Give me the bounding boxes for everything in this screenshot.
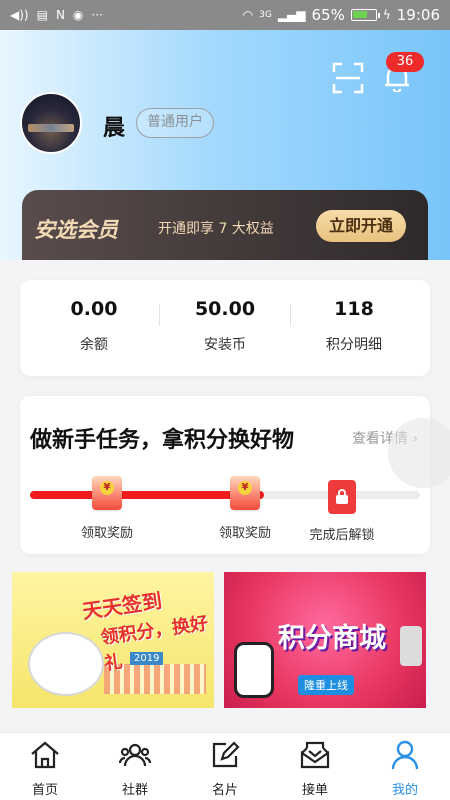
red-envelope-icon[interactable]: ¥ <box>92 476 122 510</box>
calendar-icon <box>28 632 104 696</box>
mall-subtitle: 隆重上线 <box>298 675 354 695</box>
card-edit-icon <box>212 741 240 768</box>
task-progress-fill <box>30 491 264 499</box>
tab-home-label: 首页 <box>31 783 58 798</box>
install-coin-stat[interactable]: 50.00 安装币 <box>157 298 293 354</box>
tab-orders-label: 接单 <box>301 783 328 798</box>
home-icon <box>31 741 59 769</box>
points-mall-banner[interactable]: 积分商城 隆重上线 <box>224 572 426 708</box>
tab-orders[interactable]: 接单 <box>270 739 360 798</box>
install-coin-value: 50.00 <box>194 298 256 320</box>
charging-icon: ϟ <box>382 8 391 22</box>
balance-label: 余额 <box>80 337 108 353</box>
community-icon <box>119 743 151 767</box>
vip-title: 安选会员 <box>34 218 118 242</box>
sms-icon: ▤ <box>36 8 48 22</box>
tab-community-label: 社群 <box>121 783 148 798</box>
step-3-label: 完成后解锁 <box>309 528 375 543</box>
lock-icon <box>328 480 356 514</box>
bottom-tab-bar: 首页 社群 名片 接单 我的 <box>0 732 450 800</box>
calendar-year: 2019 <box>130 652 164 665</box>
tab-card-label: 名片 <box>211 783 238 798</box>
scan-icon[interactable] <box>332 62 364 94</box>
points-value: 118 <box>334 298 374 320</box>
tab-mine-label: 我的 <box>391 783 418 798</box>
inbox-icon <box>300 741 330 769</box>
step-3: 完成后解锁 <box>282 524 402 543</box>
n-icon: N <box>55 8 65 22</box>
signal-icon: ▂▄▆ <box>277 8 306 22</box>
open-vip-button[interactable]: 立即开通 <box>316 210 406 242</box>
tab-mine[interactable]: 我的 <box>360 739 450 798</box>
floating-assist-button[interactable] <box>388 418 450 488</box>
red-envelope-icon[interactable]: ¥ <box>230 476 260 510</box>
signin-banner[interactable]: 天天签到 领积分，换好礼 2019 <box>12 572 214 708</box>
scooter-image <box>234 642 274 698</box>
vip-description: 开通即享 7 大权益 <box>158 221 274 237</box>
more-dots-icon: ··· <box>91 8 103 22</box>
wifi-icon: ◠ <box>242 8 254 22</box>
user-name: 晨 <box>103 116 126 141</box>
volume-icon: ◀)) <box>10 8 29 22</box>
balance-value: 0.00 <box>70 298 118 320</box>
d-icon: ◉ <box>72 8 84 22</box>
battery-percent: 65% <box>311 6 345 24</box>
tab-home[interactable]: 首页 <box>0 739 90 798</box>
mall-title: 积分商城 <box>278 623 386 654</box>
points-label: 积分明细 <box>326 337 382 353</box>
kettle-image <box>400 626 422 666</box>
wallet-card: 0.00 余额 50.00 安装币 118 积分明细 <box>20 280 430 376</box>
task-title: 做新手任务，拿积分换好物 <box>30 428 295 453</box>
step-2-label: 领取奖励 <box>218 526 271 541</box>
clock: 19:06 <box>396 6 440 24</box>
battery-icon <box>350 9 380 21</box>
tab-community[interactable]: 社群 <box>90 739 180 798</box>
user-icon <box>391 740 419 770</box>
avatar[interactable] <box>20 92 82 154</box>
step-1-label: 领取奖励 <box>80 526 133 541</box>
balance-stat[interactable]: 0.00 余额 <box>26 298 162 354</box>
battery-level <box>352 11 367 18</box>
tab-card[interactable]: 名片 <box>180 739 270 798</box>
newbie-task-card: 做新手任务，拿积分换好物 查看详情 › ¥ 领取奖励 ¥ 领取奖励 完成后解锁 <box>20 396 430 554</box>
network-label: 3G <box>259 9 272 20</box>
install-coin-label: 安装币 <box>204 337 246 353</box>
points-stat[interactable]: 118 积分明细 <box>286 298 422 354</box>
notification-badge[interactable]: 36 <box>386 52 424 72</box>
step-1: 领取奖励 <box>47 522 167 541</box>
user-level-tag: 普通用户 <box>136 108 214 138</box>
vip-membership-bar[interactable]: 安选会员 开通即享 7 大权益 立即开通 <box>22 190 428 260</box>
status-bar: ◀)) ▤ N ◉ ··· ◠ 3G ▂▄▆ 65% ϟ 19:06 <box>0 0 450 30</box>
